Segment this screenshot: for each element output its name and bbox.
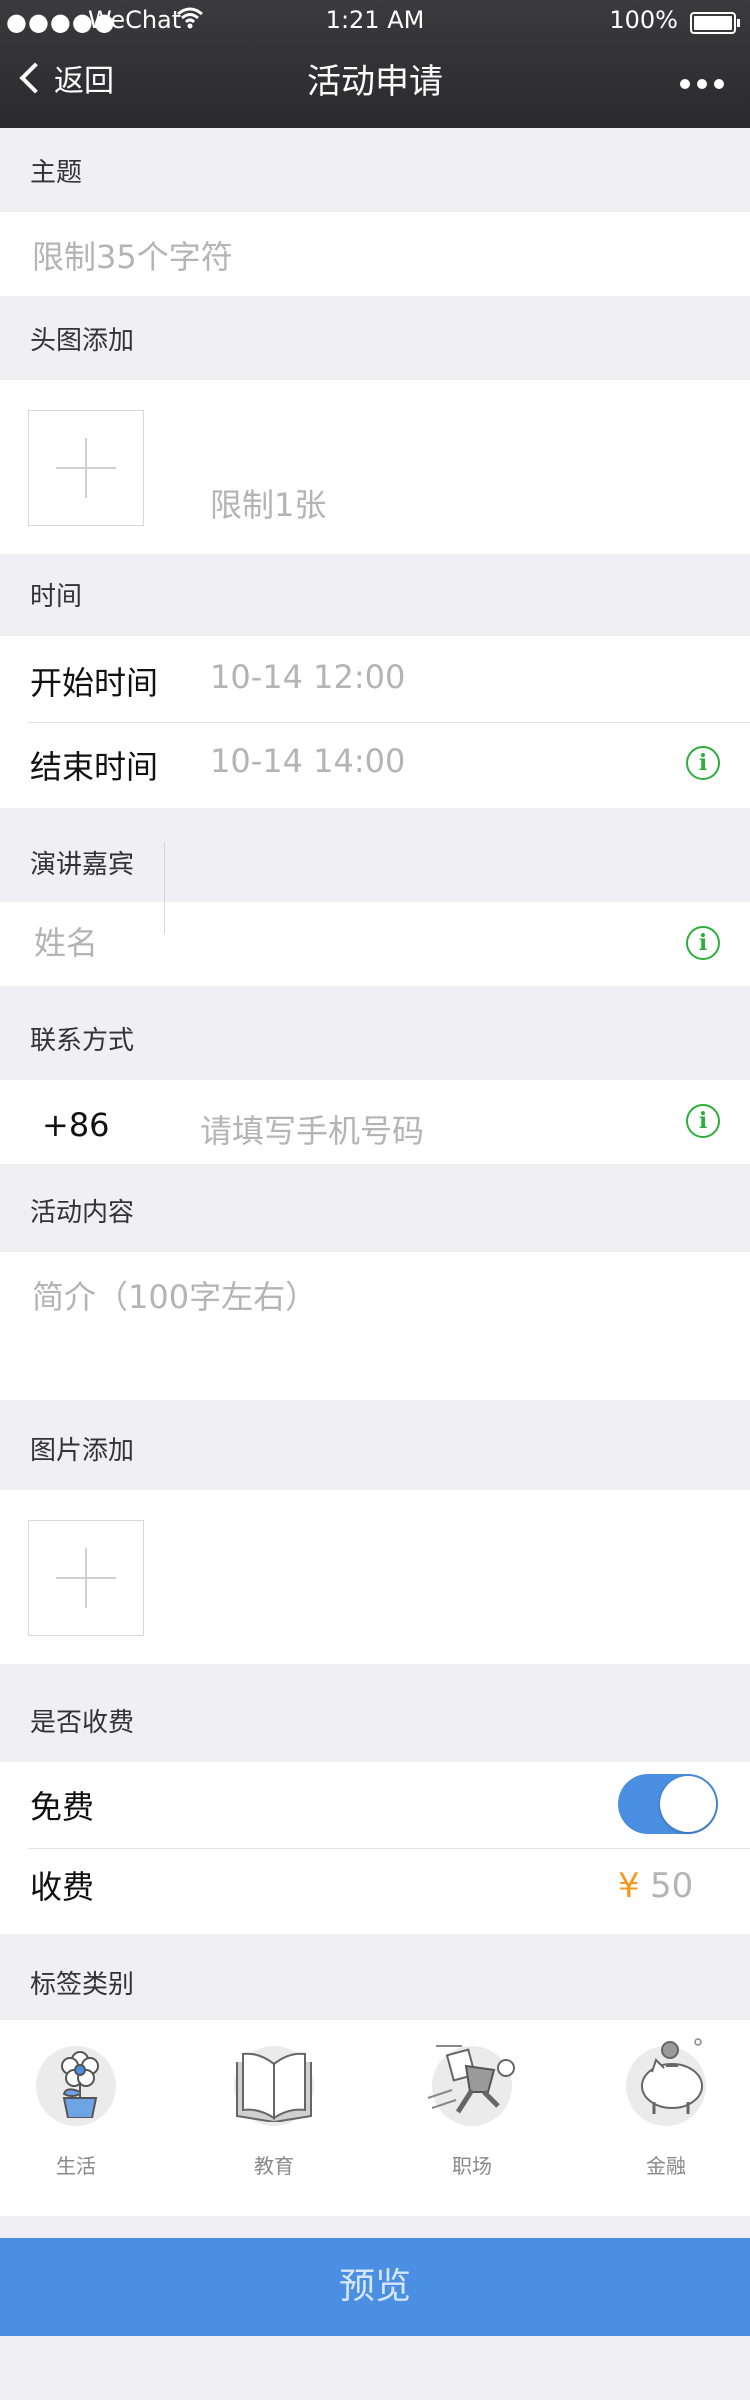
content-textarea[interactable]: 简介（100字左右） bbox=[0, 1252, 750, 1400]
page-title: 活动申请 bbox=[307, 62, 443, 102]
free-label: 免费 bbox=[30, 1788, 95, 1826]
free-toggle[interactable] bbox=[618, 1774, 718, 1834]
fee-section-label: 是否收费 bbox=[30, 1708, 135, 1738]
subject-placeholder: 限制35个字符 bbox=[32, 238, 233, 276]
open-book-icon bbox=[234, 2046, 314, 2126]
speaker-placeholder: 姓名 bbox=[34, 924, 99, 962]
header-image-panel: 限制1张 bbox=[0, 380, 750, 554]
end-time-value: 10-14 14:00 bbox=[210, 742, 406, 780]
time-panel: 开始时间 10-14 12:00 结束时间 10-14 14:00 i bbox=[0, 636, 750, 808]
divider bbox=[164, 902, 165, 934]
header-image-section-label: 头图添加 bbox=[30, 326, 135, 356]
divider bbox=[28, 1848, 750, 1849]
tags-section-label: 标签类别 bbox=[30, 1970, 135, 2000]
tag-finance[interactable]: 金融 bbox=[596, 2038, 736, 2179]
time-section-label: 时间 bbox=[30, 582, 83, 612]
tag-life[interactable]: 生活 bbox=[6, 2046, 146, 2179]
tag-label: 教育 bbox=[254, 2154, 294, 2178]
contact-panel: +86 请填写手机号码 i bbox=[0, 1080, 750, 1164]
info-icon[interactable]: i bbox=[686, 1104, 720, 1138]
battery-percent: 100% bbox=[609, 6, 678, 34]
tag-education[interactable]: 教育 bbox=[204, 2046, 344, 2179]
info-icon[interactable]: i bbox=[686, 926, 720, 960]
more-dot-icon bbox=[714, 79, 724, 89]
flower-pot-icon bbox=[36, 2046, 116, 2126]
paid-label: 收费 bbox=[30, 1868, 95, 1906]
battery-icon bbox=[690, 12, 740, 34]
status-bar: ●●●●● WeChat 1:21 AM 100% bbox=[0, 0, 750, 40]
price-input[interactable]: 50 bbox=[650, 1866, 693, 1906]
top-bar: ●●●●● WeChat 1:21 AM 100% 返回 活动申请 bbox=[0, 0, 750, 128]
tag-label: 职场 bbox=[452, 2154, 492, 2178]
tag-career[interactable]: 职场 bbox=[402, 2045, 542, 2179]
currency-symbol: ¥ bbox=[618, 1866, 640, 1906]
end-time-row[interactable]: 结束时间 10-14 14:00 i bbox=[0, 722, 750, 808]
speaker-section-label: 演讲嘉宾 bbox=[30, 850, 135, 880]
start-time-row[interactable]: 开始时间 10-14 12:00 bbox=[0, 636, 750, 722]
more-dot-icon bbox=[680, 79, 690, 89]
subject-input[interactable]: 限制35个字符 bbox=[0, 212, 750, 296]
start-time-label: 开始时间 bbox=[30, 664, 159, 702]
preview-button[interactable]: 预览 bbox=[0, 2238, 750, 2336]
subject-section-label: 主题 bbox=[30, 158, 83, 188]
country-code[interactable]: +86 bbox=[42, 1106, 110, 1144]
images-panel bbox=[0, 1490, 750, 1664]
add-header-image-button[interactable] bbox=[28, 410, 144, 526]
add-image-button[interactable] bbox=[28, 1520, 144, 1636]
tag-label: 金融 bbox=[646, 2154, 686, 2178]
more-dot-icon bbox=[697, 79, 707, 89]
fee-panel: 免费 收费 ¥ 50 bbox=[0, 1762, 750, 1934]
content-placeholder: 简介（100字左右） bbox=[32, 1278, 318, 1316]
start-time-value: 10-14 12:00 bbox=[210, 658, 406, 696]
info-icon[interactable]: i bbox=[686, 746, 720, 780]
tag-label: 生活 bbox=[56, 2154, 96, 2178]
content-section-label: 活动内容 bbox=[30, 1198, 135, 1228]
more-options-button[interactable] bbox=[678, 68, 726, 98]
contact-section-label: 联系方式 bbox=[30, 1026, 135, 1056]
speaker-name-input[interactable]: 姓名 i bbox=[0, 902, 750, 986]
header-image-hint: 限制1张 bbox=[210, 486, 327, 524]
phone-input[interactable]: 请填写手机号码 bbox=[200, 1106, 424, 1152]
end-time-label: 结束时间 bbox=[30, 748, 159, 786]
running-man-icon bbox=[427, 2045, 515, 2126]
images-section-label: 图片添加 bbox=[30, 1436, 135, 1466]
piggy-bank-icon bbox=[626, 2038, 706, 2126]
